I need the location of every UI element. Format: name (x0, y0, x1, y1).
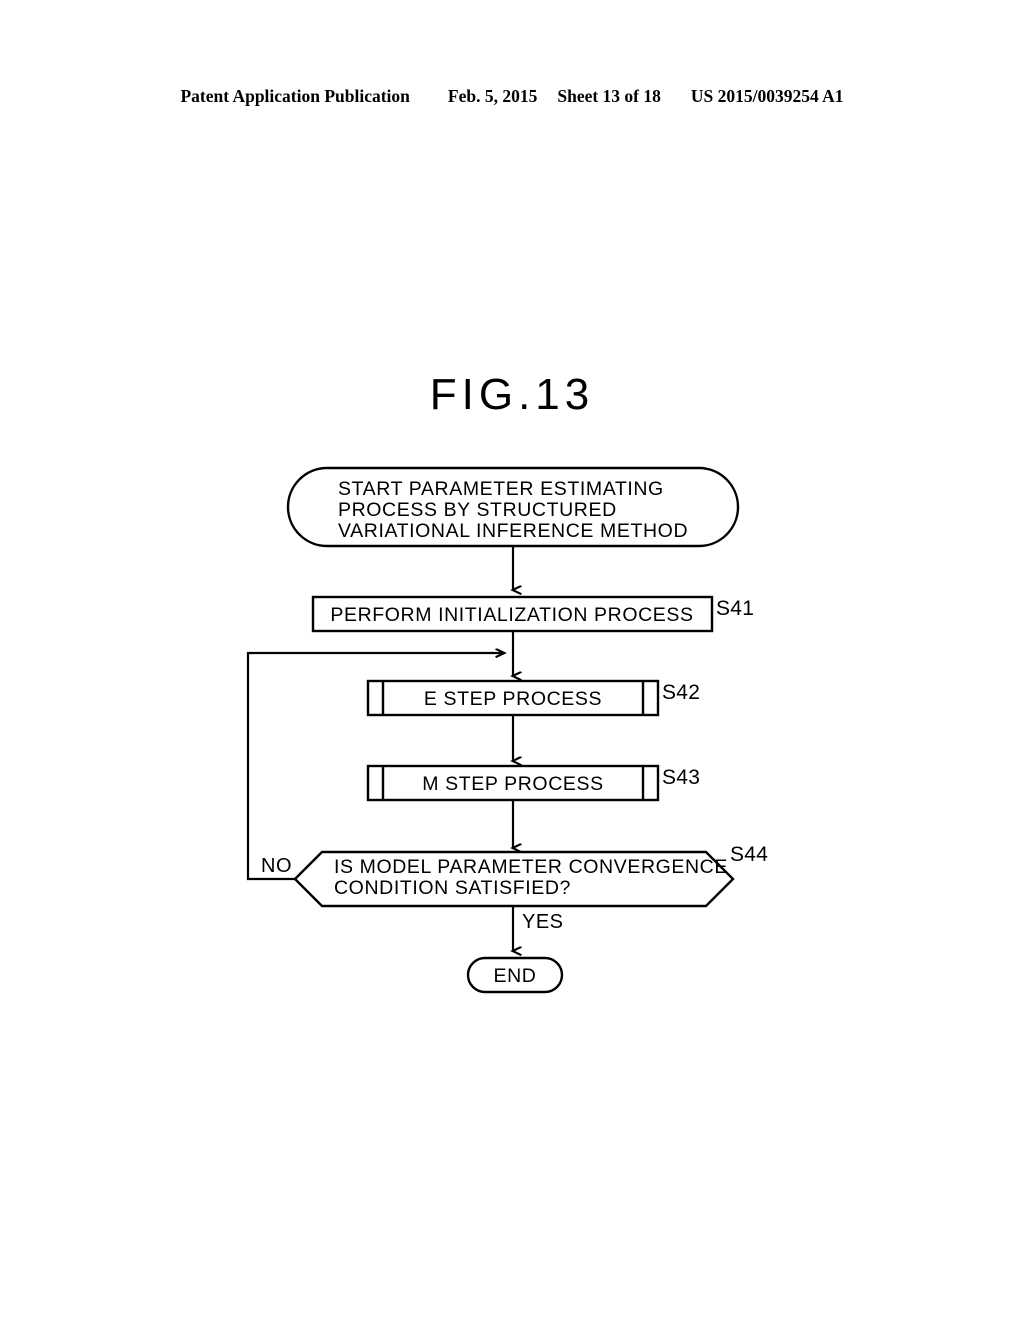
start-terminator-line-3: VARIATIONAL INFERENCE METHOD (338, 520, 688, 542)
step-s41-node: PERFORM INITIALIZATION PROCESS S41 (311, 595, 754, 633)
decision-s44-number: S44 (730, 843, 768, 866)
step-s43-number: S43 (662, 766, 700, 789)
end-terminator-label: END (494, 965, 537, 987)
start-terminator-line-1: START PARAMETER ESTIMATING (338, 478, 664, 500)
decision-s44-line-2: CONDITION SATISFIED? (334, 877, 571, 899)
step-s41-label: PERFORM INITIALIZATION PROCESS (330, 604, 693, 626)
decision-s44-line-1: IS MODEL PARAMETER CONVERGENCE (334, 856, 728, 878)
flowchart-diagram: START PARAMETER ESTIMATING PROCESS BY ST… (246, 466, 768, 994)
step-s41-number: S41 (716, 597, 754, 620)
step-s43-label: M STEP PROCESS (422, 773, 603, 795)
step-s43-node: M STEP PROCESS S43 (366, 764, 700, 802)
step-s42-number: S42 (662, 681, 700, 704)
decision-s44-yes-label: YES (522, 911, 564, 933)
decision-s44-node: IS MODEL PARAMETER CONVERGENCE CONDITION… (261, 843, 768, 933)
step-s42-label: E STEP PROCESS (424, 688, 602, 710)
patent-drawing-page: Patent Application Publication Feb. 5, 20… (0, 0, 1024, 1320)
step-s42-node: E STEP PROCESS S42 (366, 679, 700, 717)
end-terminator-node: END (466, 956, 564, 994)
decision-s44-no-label: NO (261, 855, 292, 877)
start-terminator-line-2: PROCESS BY STRUCTURED (338, 499, 617, 521)
start-terminator-node: START PARAMETER ESTIMATING PROCESS BY ST… (286, 466, 740, 548)
